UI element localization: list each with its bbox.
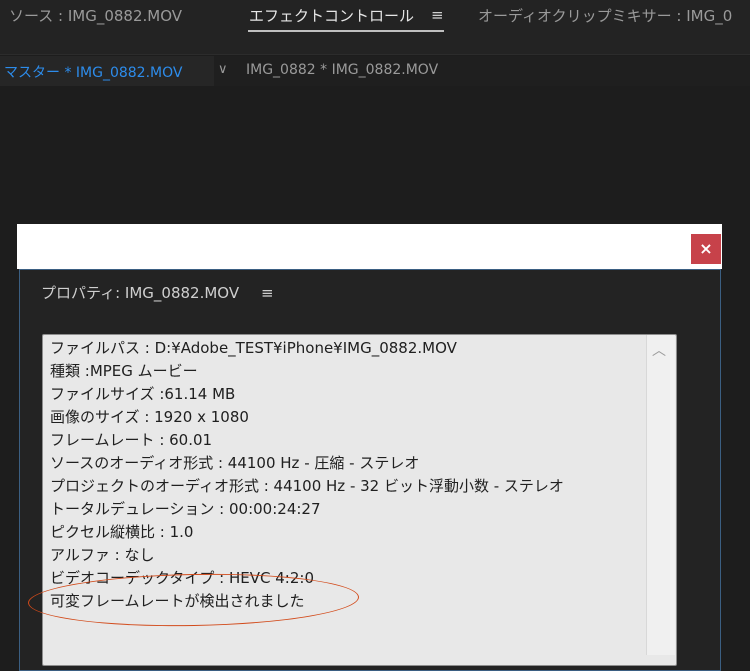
property-type: 種類 :MPEG ムービー (50, 362, 198, 380)
property-file-size: ファイルサイズ :61.14 MB (50, 385, 236, 403)
property-project-audio-format: プロジェクトのオーディオ形式 : 44100 Hz - 32 ビット浮動小数 -… (50, 477, 564, 495)
property-frame-rate: フレームレート : 60.01 (50, 431, 213, 449)
tab-audio-clip-mixer[interactable]: オーディオクリップミキサー : IMG_0 (478, 5, 732, 26)
properties-menu-icon[interactable]: ≡ (261, 284, 274, 302)
panel-menu-icon[interactable]: ≡ (431, 6, 444, 24)
active-tab-indicator (248, 30, 444, 32)
properties-list: ファイルパス : D:¥Adobe_TEST¥iPhone¥IMG_0882.M… (50, 337, 564, 613)
property-file-path: ファイルパス : D:¥Adobe_TEST¥iPhone¥IMG_0882.M… (50, 339, 457, 357)
panel-tab-bar: ソース : IMG_0882.MOV エフェクトコントロール ≡ オーディオクリ… (0, 0, 750, 55)
tab-source[interactable]: ソース : IMG_0882.MOV (9, 5, 182, 26)
chevron-down-icon[interactable]: ∨ (218, 62, 228, 77)
master-clip-selector[interactable]: マスター * IMG_0882.MOV (0, 56, 214, 86)
property-total-duration: トータルデュレーション : 00:00:24:27 (50, 500, 321, 518)
dialog-titlebar[interactable] (17, 224, 722, 269)
properties-title: プロパティ: IMG_0882.MOV (41, 284, 240, 302)
tab-effect-controls[interactable]: エフェクトコントロール (249, 5, 414, 26)
close-button[interactable]: × (691, 234, 721, 264)
scrollbar[interactable] (646, 335, 675, 655)
sequence-bar: マスター * IMG_0882.MOV ∨ IMG_0882 * IMG_088… (0, 56, 750, 86)
property-image-size: 画像のサイズ : 1920 x 1080 (50, 408, 249, 426)
sequence-clip-label[interactable]: IMG_0882 * IMG_0882.MOV (246, 62, 438, 78)
property-alpha: アルファ : なし (50, 546, 155, 564)
property-source-audio-format: ソースのオーディオ形式 : 44100 Hz - 圧縮 - ステレオ (50, 454, 420, 472)
scroll-up-icon[interactable]: ︿ (652, 340, 666, 360)
property-pixel-aspect-ratio: ピクセル縦横比 : 1.0 (50, 523, 194, 541)
master-clip-label: マスター * IMG_0882.MOV (4, 65, 183, 81)
